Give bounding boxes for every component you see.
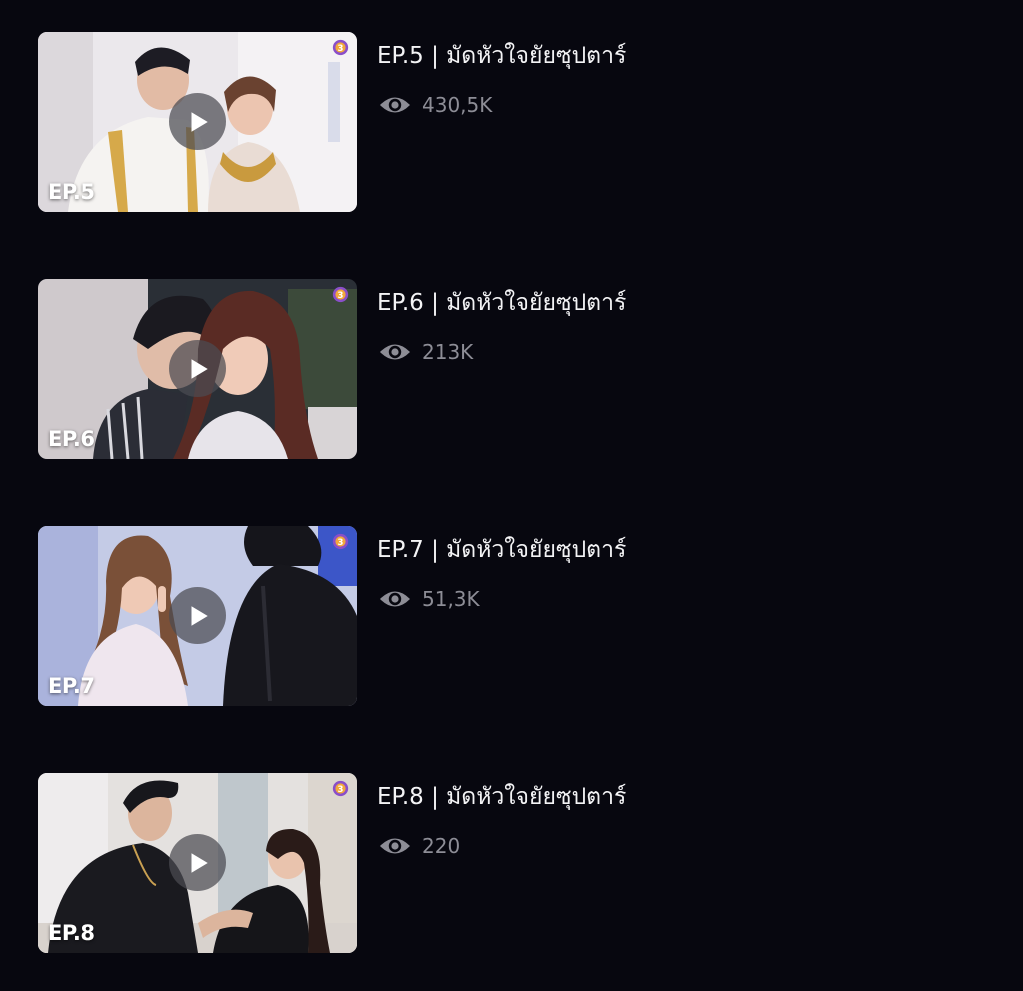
episode-badge: EP.5 [48,180,95,204]
episode-badge: EP.8 [48,921,95,945]
svg-text:3: 3 [338,291,344,301]
episode-thumbnail[interactable]: 3 EP.6 [38,279,357,459]
episode-title[interactable]: EP.8 | มัดหัวใจยัยซุปตาร์ [377,779,626,815]
episode-thumbnail[interactable]: 3 EP.7 [38,526,357,706]
episode-item-7[interactable]: 3 EP.7 EP.7 | มัดหัวใจยัยซุปตาร์ 51,3K [38,526,998,706]
play-button[interactable] [169,93,226,150]
play-button[interactable] [169,834,226,891]
episode-badge: EP.6 [48,427,95,451]
view-count-row: 51,3K [379,586,480,612]
eye-icon [380,344,410,360]
play-icon [191,358,208,379]
channel-logo-icon: 3 [332,286,349,303]
episode-title[interactable]: EP.5 | มัดหัวใจยัยซุปตาร์ [377,38,626,74]
episode-thumbnail[interactable]: 3 EP.8 [38,773,357,953]
play-button[interactable] [169,340,226,397]
eye-icon [380,591,410,607]
view-count: 220 [422,834,461,858]
play-icon [191,111,208,132]
channel-logo-icon: 3 [332,780,349,797]
episode-item-8[interactable]: 3 EP.8 EP.8 | มัดหัวใจยัยซุปตาร์ 220 [38,773,998,953]
channel-logo-icon: 3 [332,39,349,56]
view-count: 213K [422,340,474,364]
channel-logo-icon: 3 [332,533,349,550]
episode-title[interactable]: EP.7 | มัดหัวใจยัยซุปตาร์ [377,532,626,568]
episode-item-5[interactable]: 3 EP.5 EP.5 | มัดหัวใจยัยซุปตาร์ 430,5K [38,32,998,212]
view-count: 51,3K [422,587,480,611]
view-count-row: 430,5K [379,92,492,118]
episode-item-6[interactable]: 3 EP.6 EP.6 | มัดหัวใจยัยซุปตาร์ 213K [38,279,998,459]
svg-text:3: 3 [338,44,344,54]
svg-text:3: 3 [338,785,344,795]
svg-text:3: 3 [338,538,344,548]
play-icon [191,605,208,626]
eye-icon [380,97,410,113]
view-count-row: 220 [379,833,460,859]
eye-icon [380,838,410,854]
view-count-row: 213K [379,339,473,365]
view-count: 430,5K [422,93,493,117]
episode-title[interactable]: EP.6 | มัดหัวใจยัยซุปตาร์ [377,285,626,321]
episode-badge: EP.7 [48,674,95,698]
episode-thumbnail[interactable]: 3 EP.5 [38,32,357,212]
play-icon [191,852,208,873]
play-button[interactable] [169,587,226,644]
episode-list: 3 EP.5 EP.5 | มัดหัวใจยัยซุปตาร์ 430,5K [0,0,1023,991]
